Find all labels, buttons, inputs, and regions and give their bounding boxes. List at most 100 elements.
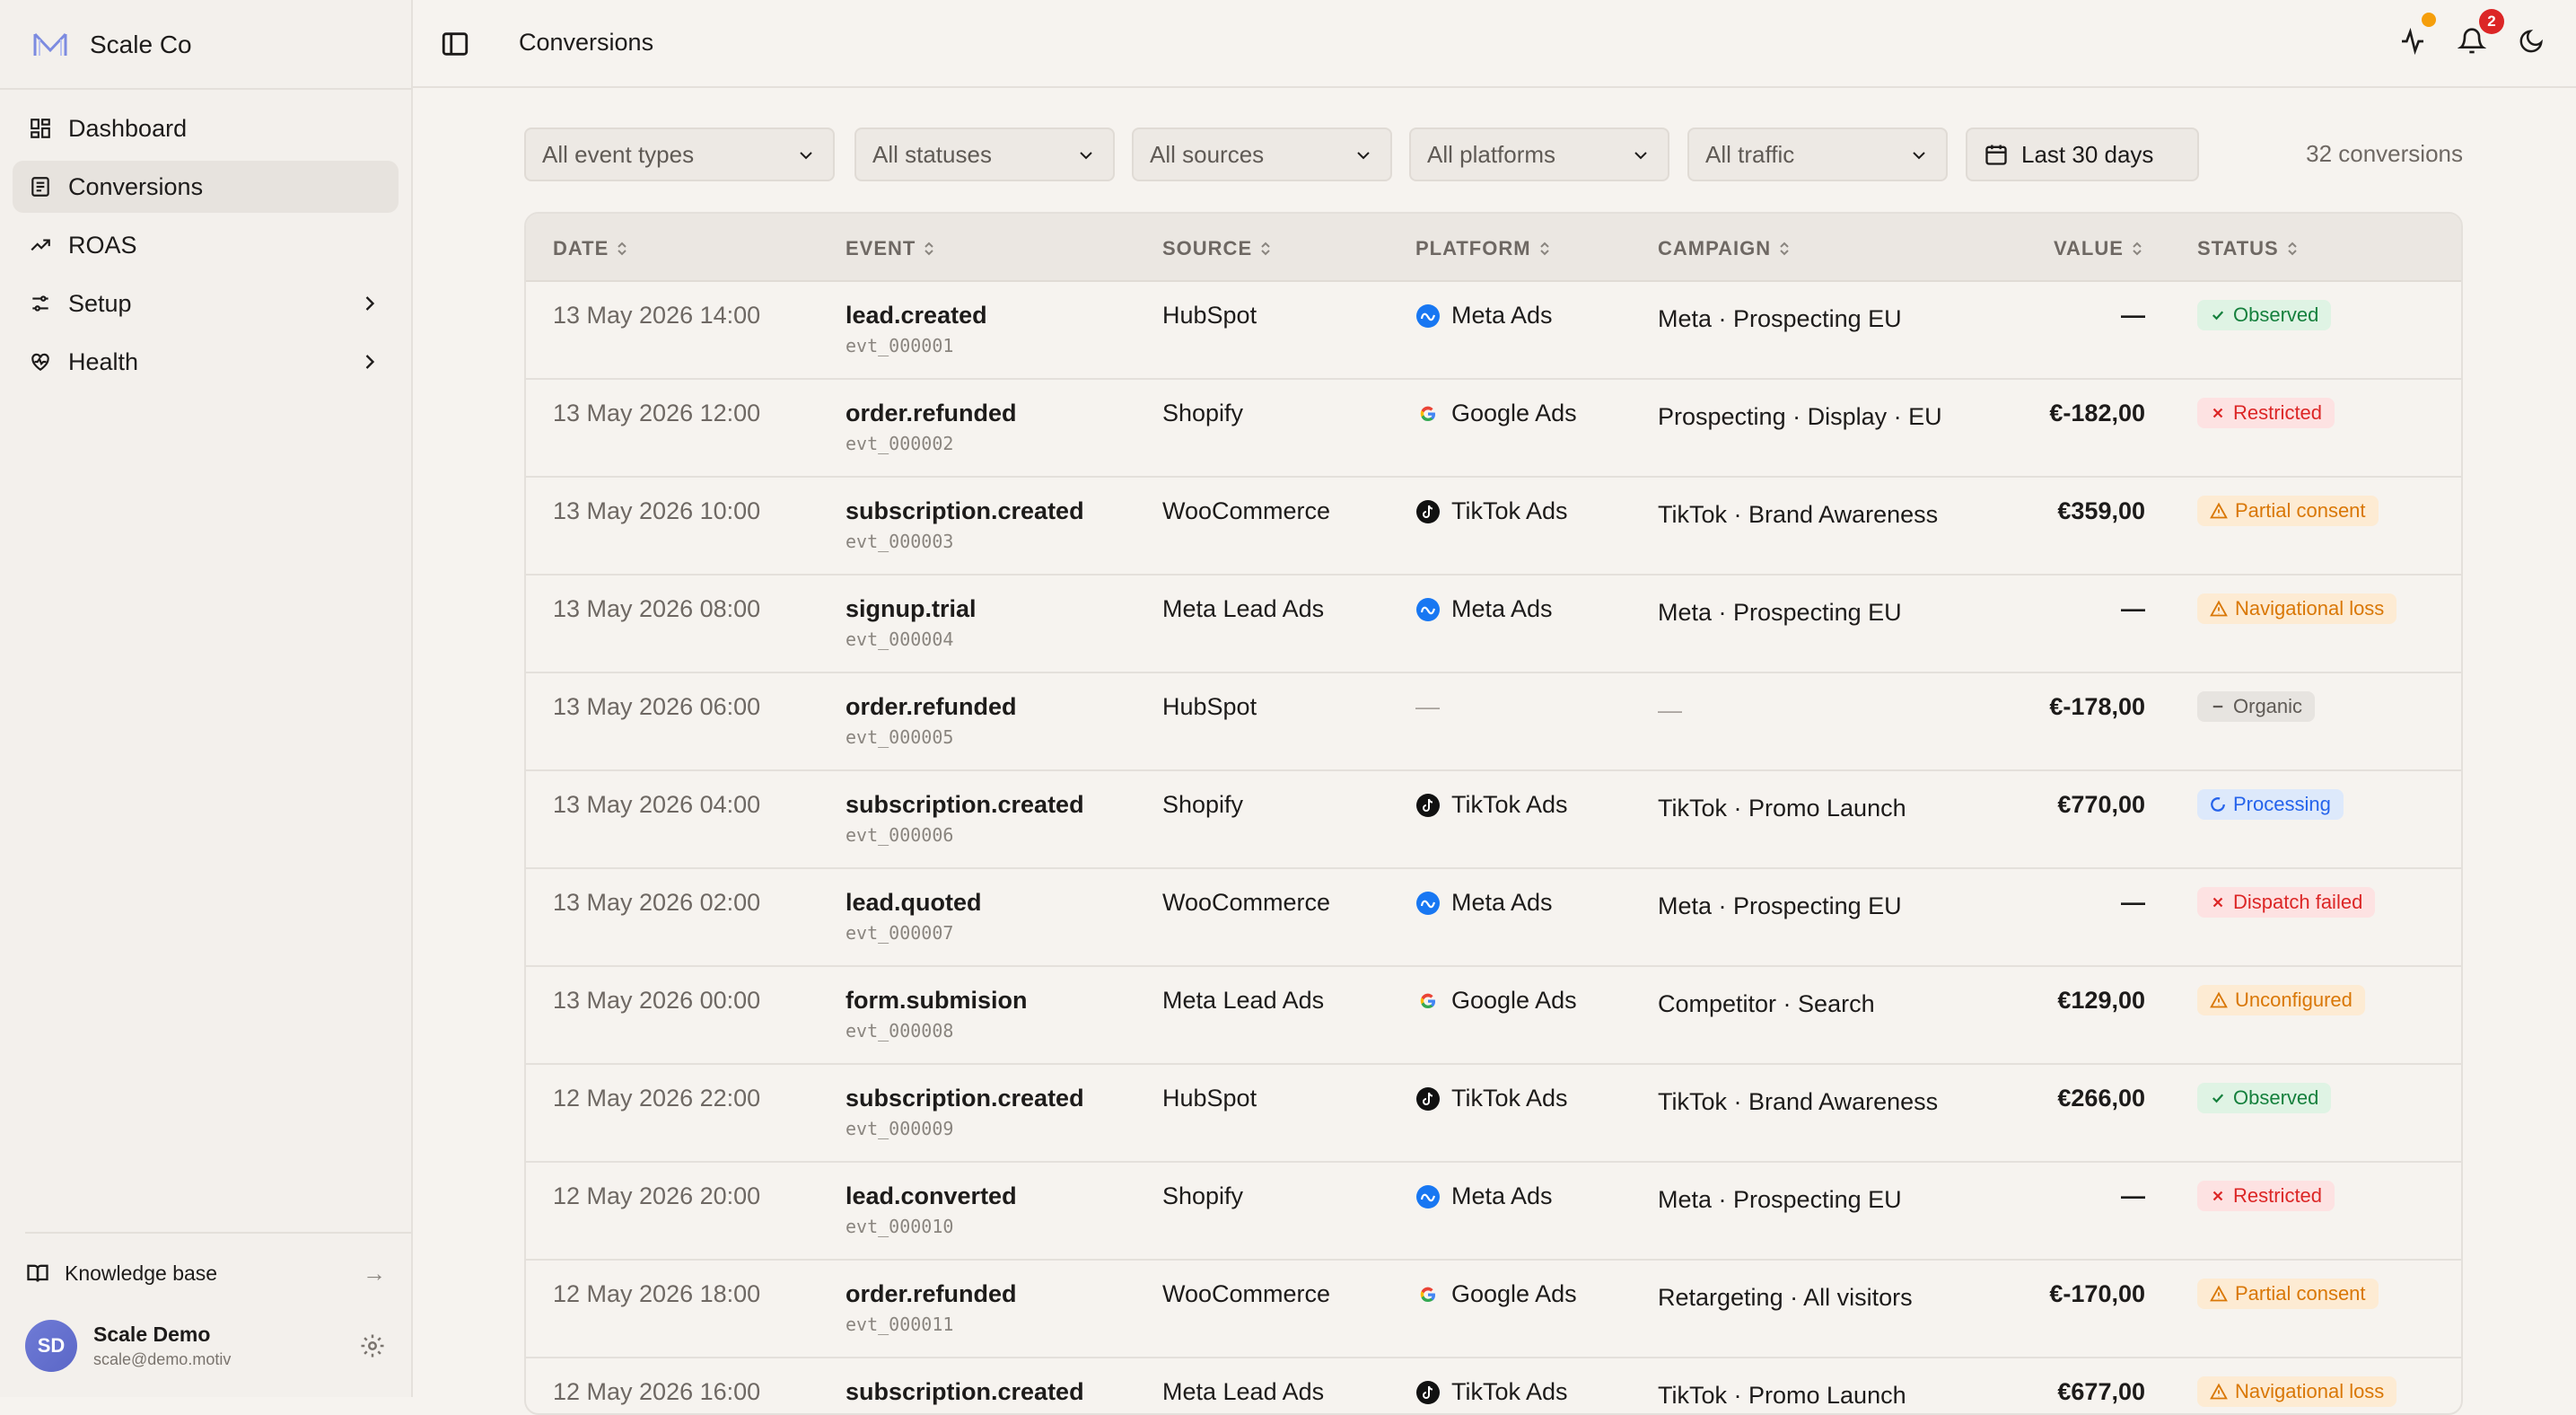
conversions-table: DATE EVENT SOURCE PLATFORM CAMPAIGN VALU… bbox=[524, 212, 2463, 1415]
theme-toggle-button[interactable] bbox=[2515, 25, 2547, 57]
table-row[interactable]: 13 May 2026 00:00 form.submision evt_000… bbox=[526, 967, 2461, 1065]
user-profile[interactable]: SD Scale Demo scale@demo.motiv bbox=[25, 1314, 386, 1377]
column-header-campaign[interactable]: CAMPAIGN bbox=[1658, 237, 1791, 260]
status-badge: Restricted bbox=[2197, 1181, 2335, 1211]
platform-name: — bbox=[1415, 693, 1440, 720]
user-email: scale@demo.motiv bbox=[93, 1350, 232, 1368]
column-header-platform[interactable]: PLATFORM bbox=[1415, 237, 1551, 260]
source-cell: Meta Lead Ads bbox=[1162, 987, 1325, 1014]
table-row[interactable]: 12 May 2026 22:00 subscription.created e… bbox=[526, 1065, 2461, 1163]
status-badge: Observed bbox=[2197, 300, 2332, 330]
column-header-source[interactable]: SOURCE bbox=[1162, 237, 1272, 260]
status-cell: Partial consent bbox=[2197, 1279, 2379, 1309]
gear-icon[interactable] bbox=[359, 1332, 386, 1359]
sidebar-item-roas[interactable]: ROAS bbox=[13, 219, 399, 271]
event-id: evt_000004 bbox=[846, 628, 954, 650]
knowledge-base-label: Knowledge base bbox=[65, 1261, 218, 1285]
meta-icon bbox=[1415, 303, 1441, 329]
value-cell: — bbox=[2121, 889, 2145, 916]
source-cell: Shopify bbox=[1162, 791, 1244, 818]
trending-up-icon bbox=[27, 232, 54, 259]
activity-button[interactable] bbox=[2396, 13, 2436, 57]
select-value: All event types bbox=[542, 140, 695, 168]
column-header-value[interactable]: VALUE bbox=[2054, 237, 2143, 260]
calendar-icon bbox=[1985, 145, 2007, 165]
status-filter[interactable]: All statuses bbox=[854, 127, 1115, 181]
date-cell: 13 May 2026 06:00 bbox=[553, 693, 761, 720]
table-row[interactable]: 13 May 2026 12:00 order.refunded evt_000… bbox=[526, 380, 2461, 478]
status-cell: Dispatch failed bbox=[2197, 887, 2376, 918]
meta-icon bbox=[1415, 597, 1441, 622]
campaign-cell: Prospecting · Display · EU bbox=[1658, 403, 1942, 430]
table-row[interactable]: 13 May 2026 02:00 lead.quoted evt_000007… bbox=[526, 869, 2461, 967]
event-id: evt_000003 bbox=[846, 531, 954, 552]
conversion-count: 32 conversions bbox=[2306, 140, 2463, 167]
brand[interactable]: Scale Co bbox=[31, 23, 192, 66]
logo-icon bbox=[33, 32, 67, 56]
column-header-event[interactable]: EVENT bbox=[846, 237, 935, 260]
platform-name: Google Ads bbox=[1451, 987, 1577, 1014]
receipt-icon bbox=[27, 173, 54, 200]
arrow-right-icon: → bbox=[363, 1259, 386, 1287]
platform-cell: Meta Ads bbox=[1415, 1182, 1553, 1210]
event-name: lead.quoted bbox=[846, 889, 982, 916]
event-cell: order.refunded evt_000011 bbox=[846, 1280, 1017, 1335]
notifications-button[interactable]: 2 bbox=[2456, 9, 2504, 57]
table-row[interactable]: 13 May 2026 04:00 subscription.created e… bbox=[526, 771, 2461, 869]
status-cell: Navigational loss bbox=[2197, 1376, 2397, 1407]
book-icon bbox=[27, 1264, 48, 1282]
date-cell: 12 May 2026 22:00 bbox=[553, 1085, 761, 1112]
column-header-status[interactable]: STATUS bbox=[2197, 237, 2299, 260]
tiktok-icon bbox=[1415, 499, 1441, 524]
source-filter[interactable]: All sources bbox=[1132, 127, 1392, 181]
page-title: Conversions bbox=[519, 29, 654, 56]
chevron-right-icon bbox=[365, 296, 375, 311]
sidebar-item-health[interactable]: Health bbox=[13, 336, 399, 388]
value-cell: €770,00 bbox=[2057, 791, 2145, 818]
topbar: Conversions 2 bbox=[413, 0, 2576, 88]
event-name: order.refunded bbox=[846, 400, 1017, 426]
date-range-button[interactable]: Last 30 days bbox=[1966, 127, 2199, 181]
source-cell: HubSpot bbox=[1162, 1085, 1257, 1112]
traffic-filter[interactable]: All traffic bbox=[1687, 127, 1948, 181]
sidebar-item-dashboard[interactable]: Dashboard bbox=[13, 102, 399, 154]
event-name: subscription.created bbox=[846, 1378, 1084, 1405]
table-row[interactable]: 13 May 2026 10:00 subscription.created e… bbox=[526, 478, 2461, 576]
status-dot bbox=[2422, 13, 2436, 27]
table-body: 13 May 2026 14:00 lead.created evt_00000… bbox=[526, 282, 2461, 1413]
sidebar-item-setup[interactable]: Setup bbox=[13, 277, 399, 330]
status-badge: Partial consent bbox=[2197, 1279, 2379, 1309]
sidebar-item-conversions[interactable]: Conversions bbox=[13, 161, 399, 213]
date-cell: 13 May 2026 10:00 bbox=[553, 497, 761, 524]
select-value: All statuses bbox=[872, 140, 992, 168]
date-cell: 13 May 2026 08:00 bbox=[553, 595, 761, 622]
event-cell: lead.quoted evt_000007 bbox=[846, 889, 982, 944]
platform-name: Meta Ads bbox=[1451, 1182, 1553, 1209]
table-row[interactable]: 13 May 2026 08:00 signup.trial evt_00000… bbox=[526, 576, 2461, 673]
column-header-date[interactable]: DATE bbox=[553, 237, 628, 260]
table-row[interactable]: 13 May 2026 06:00 order.refunded evt_000… bbox=[526, 673, 2461, 771]
google-icon bbox=[1415, 1282, 1441, 1307]
table-row[interactable]: 12 May 2026 16:00 subscription.created e… bbox=[526, 1358, 2461, 1413]
tiktok-icon bbox=[1415, 1380, 1441, 1405]
event-id: evt_000001 bbox=[846, 335, 954, 356]
event-name: order.refunded bbox=[846, 1280, 1017, 1307]
brand-name: Scale Co bbox=[90, 31, 192, 58]
chevron-down-icon bbox=[1634, 152, 1647, 160]
table-row[interactable]: 12 May 2026 20:00 lead.converted evt_000… bbox=[526, 1163, 2461, 1261]
tiktok-icon bbox=[1415, 793, 1441, 818]
event-type-filter[interactable]: All event types bbox=[524, 127, 835, 181]
table-row[interactable]: 12 May 2026 18:00 order.refunded evt_000… bbox=[526, 1261, 2461, 1358]
sidebar-toggle-icon[interactable] bbox=[440, 29, 470, 59]
event-name: lead.created bbox=[846, 302, 987, 329]
platform-name: TikTok Ads bbox=[1451, 1085, 1568, 1112]
event-cell: lead.created evt_000001 bbox=[846, 302, 987, 356]
knowledge-base-link[interactable]: Knowledge base → bbox=[25, 1252, 386, 1295]
table-row[interactable]: 13 May 2026 14:00 lead.created evt_00000… bbox=[526, 282, 2461, 380]
campaign-cell: TikTok · Brand Awareness bbox=[1658, 501, 1939, 528]
platform-filter[interactable]: All platforms bbox=[1409, 127, 1669, 181]
select-value: All traffic bbox=[1705, 140, 1795, 168]
status-cell: Unconfigured bbox=[2197, 985, 2365, 1015]
notification-badge: 2 bbox=[2479, 9, 2504, 34]
check-icon bbox=[2210, 307, 2226, 323]
